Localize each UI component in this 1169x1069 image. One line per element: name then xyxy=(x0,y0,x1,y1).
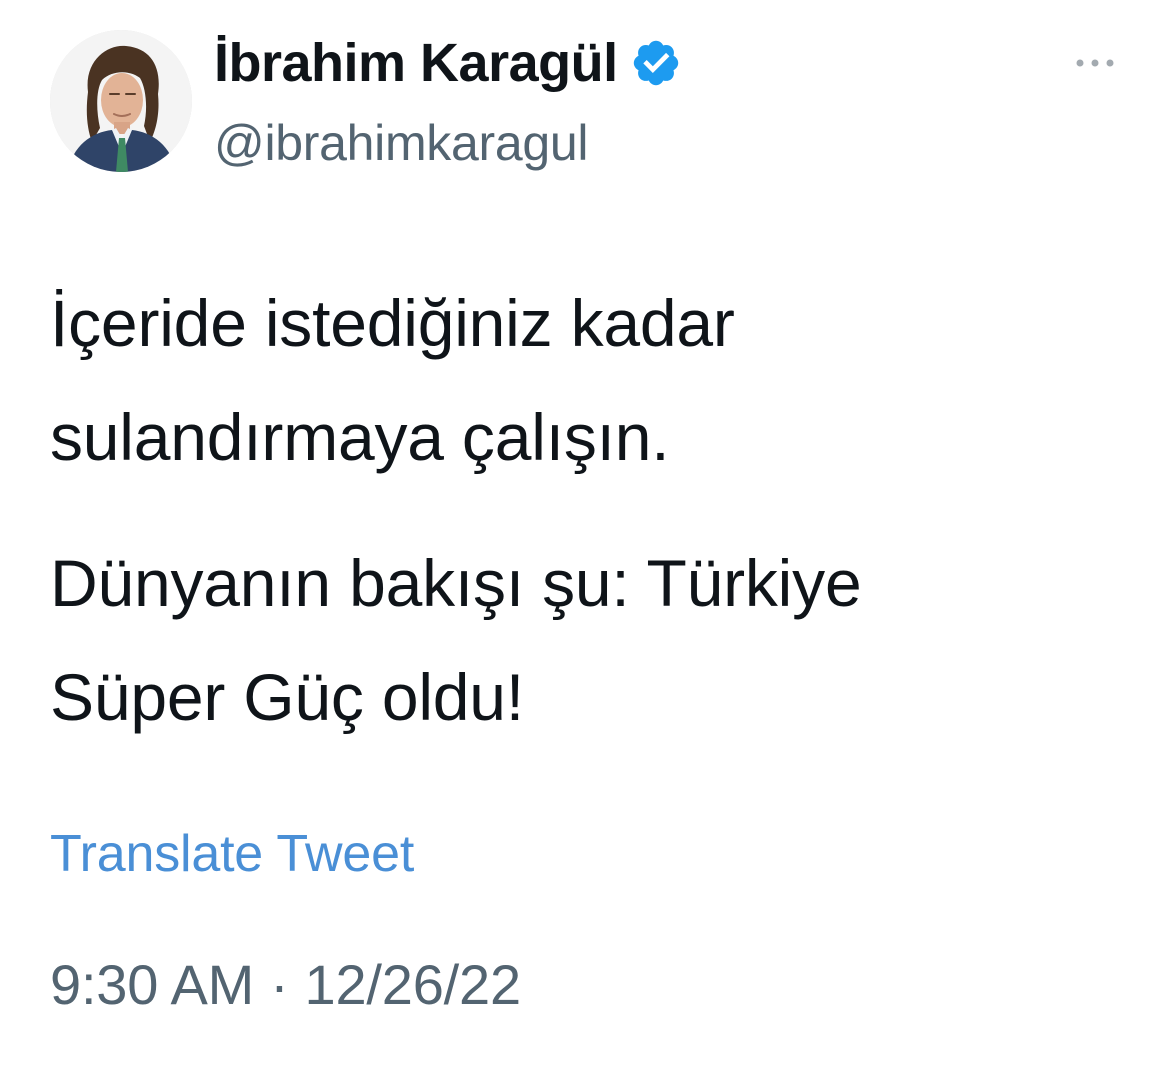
tweet-line: sulandırmaya çalışın. xyxy=(50,400,670,474)
verified-badge-icon xyxy=(630,37,682,89)
author-display-name[interactable]: İbrahim Karagül xyxy=(214,30,618,96)
translate-tweet-link[interactable]: Translate Tweet xyxy=(50,822,414,886)
tweet: İbrahim Karagül @ibrahimkaragul İçeride … xyxy=(0,0,1169,1069)
tweet-timestamp: 9:30 AM · 12/26/22 xyxy=(50,950,521,1020)
tweet-time[interactable]: 9:30 AM xyxy=(50,953,254,1016)
author-name-row: İbrahim Karagül xyxy=(214,30,682,96)
tweet-text: İçeride istediğiniz kadar sulandırmaya ç… xyxy=(50,266,1130,754)
avatar[interactable] xyxy=(50,30,192,172)
tweet-line: Süper Güç oldu! xyxy=(50,660,524,734)
author-handle[interactable]: @ibrahimkaragul xyxy=(214,112,588,174)
tweet-date[interactable]: 12/26/22 xyxy=(305,953,522,1016)
tweet-paragraph: Dünyanın bakışı şu: Türkiye Süper Güç ol… xyxy=(50,526,1130,754)
more-horizontal-icon[interactable] xyxy=(1070,48,1120,78)
tweet-line: İçeride istediğiniz kadar xyxy=(50,286,735,360)
tweet-paragraph: İçeride istediğiniz kadar sulandırmaya ç… xyxy=(50,266,1130,494)
timestamp-separator: · xyxy=(270,953,289,1016)
tweet-line: Dünyanın bakışı şu: Türkiye xyxy=(50,546,862,620)
